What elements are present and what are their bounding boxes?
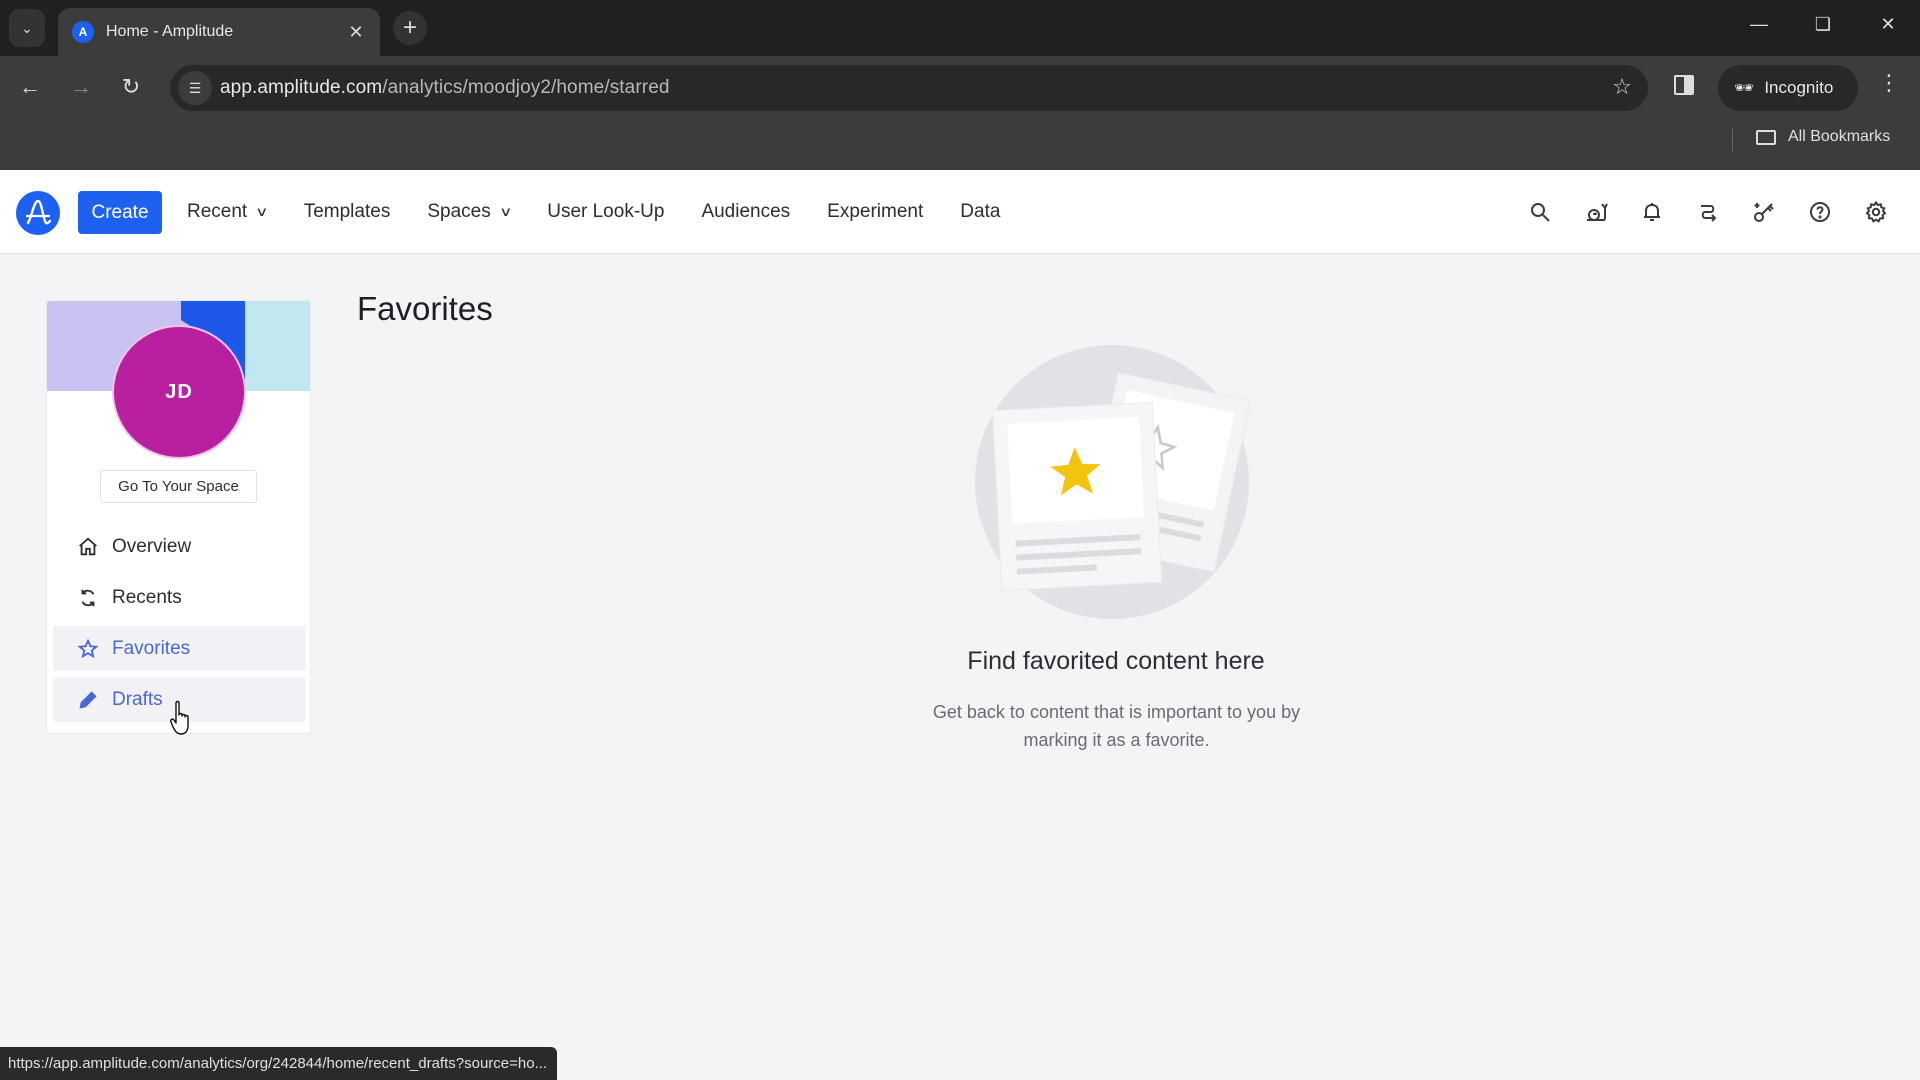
- nav-label: Templates: [303, 201, 391, 222]
- switch-icon[interactable]: [1692, 196, 1724, 228]
- url-host: app.amplitude.com: [220, 77, 383, 98]
- bell-icon[interactable]: [1636, 196, 1668, 228]
- empty-state-illustration: [975, 345, 1252, 620]
- bookmarks-bar: All Bookmarks: [0, 116, 1920, 170]
- nav-label: Experiment: [827, 201, 924, 222]
- plus-icon: +: [402, 14, 417, 41]
- minimize-icon[interactable]: —: [1744, 14, 1774, 35]
- tab-search-button[interactable]: ⌄: [9, 9, 45, 47]
- empty-state-title: Find favorited content here: [967, 647, 1265, 675]
- nav-label: User Look-Up: [547, 201, 665, 222]
- browser-menu-icon[interactable]: ⋮: [1878, 70, 1900, 96]
- snail-icon[interactable]: [1580, 196, 1612, 228]
- browser-tab[interactable]: A Home - Amplitude ✕: [58, 8, 380, 56]
- home-side-nav: Overview Recents Favorites Drafts: [53, 524, 306, 728]
- browser-tab-bar: ⌄ A Home - Amplitude ✕ + — ❏ ✕: [0, 0, 1920, 56]
- folder-icon: [1756, 129, 1776, 145]
- nav-data[interactable]: Data: [960, 201, 1000, 223]
- search-icon[interactable]: [1524, 196, 1556, 228]
- site-info-icon[interactable]: ☰: [178, 71, 212, 105]
- address-bar[interactable]: ☰ app.amplitude.com/analytics/moodjoy2/h…: [170, 65, 1648, 111]
- tab-title: Home - Amplitude: [106, 23, 234, 40]
- chevron-down-icon: ∨: [255, 204, 269, 219]
- refresh-icon: [77, 587, 99, 609]
- all-bookmarks-button[interactable]: All Bookmarks: [1756, 128, 1890, 146]
- forward-icon[interactable]: →: [66, 72, 96, 102]
- incognito-badge[interactable]: 🕶 Incognito: [1718, 65, 1858, 111]
- bookmarks-divider: [1732, 129, 1733, 151]
- tab-close-icon[interactable]: ✕: [346, 22, 366, 43]
- sidebar-item-recents[interactable]: Recents: [53, 575, 306, 620]
- go-to-your-space-button[interactable]: Go To Your Space: [100, 470, 257, 503]
- avatar[interactable]: JD: [112, 325, 246, 459]
- status-bar-url: https://app.amplitude.com/analytics/org/…: [0, 1047, 558, 1080]
- help-icon[interactable]: [1804, 196, 1836, 228]
- window-close-icon[interactable]: ✕: [1873, 14, 1903, 35]
- hand-cursor-icon: [170, 700, 194, 736]
- nav-experiment[interactable]: Experiment: [827, 201, 923, 223]
- nav-label: Spaces: [427, 201, 491, 222]
- chevron-down-icon: ⌄: [21, 19, 33, 36]
- url-text[interactable]: app.amplitude.com/analytics/moodjoy2/hom…: [220, 77, 670, 99]
- side-panel-icon[interactable]: [1674, 75, 1694, 95]
- nav-label: Recent: [187, 201, 248, 222]
- nav-templates[interactable]: Templates: [304, 201, 391, 223]
- app-header: Create Recent ∨ Templates Spaces ∨ User Look-…: [0, 170, 1920, 254]
- banner-cyan-block: [245, 301, 310, 391]
- page-title: Favorites: [357, 290, 493, 327]
- sidebar-item-label: Overview: [112, 535, 192, 557]
- pencil-icon: [77, 689, 99, 711]
- url-path: /analytics/moodjoy2/home/starred: [382, 77, 670, 98]
- chevron-down-icon: ∨: [498, 204, 513, 219]
- all-bookmarks-label: All Bookmarks: [1788, 128, 1891, 145]
- new-tab-button[interactable]: +: [393, 11, 427, 45]
- nav-audiences[interactable]: Audiences: [701, 201, 790, 223]
- sidebar-item-overview[interactable]: Overview: [53, 524, 306, 569]
- nav-spaces[interactable]: Spaces ∨: [427, 201, 513, 223]
- nav-label: Data: [960, 201, 1001, 222]
- restore-icon[interactable]: ❏: [1808, 14, 1838, 35]
- create-button[interactable]: Create: [78, 191, 162, 234]
- header-icons: [1500, 170, 1892, 254]
- bookmark-star-icon[interactable]: ☆: [1612, 74, 1632, 100]
- home-icon: [77, 536, 99, 558]
- key-sparkle-icon[interactable]: [1748, 196, 1780, 228]
- back-icon[interactable]: ←: [15, 72, 45, 102]
- reload-icon[interactable]: ↻: [116, 72, 146, 102]
- sidebar-item-label: Recents: [112, 586, 182, 608]
- amplitude-favicon-icon: A: [72, 21, 94, 43]
- nav-user-look-up[interactable]: User Look-Up: [547, 201, 664, 223]
- gear-icon[interactable]: [1860, 196, 1892, 228]
- browser-toolbar: ← → ↻ ☰ app.amplitude.com/analytics/mood…: [0, 56, 1920, 116]
- nav-label: Audiences: [701, 201, 791, 222]
- incognito-label: Incognito: [1764, 78, 1834, 97]
- nav-recent[interactable]: Recent ∨: [187, 201, 269, 223]
- sidebar-item-label: Drafts: [112, 688, 163, 710]
- top-navigation: Recent ∨ Templates Spaces ∨ User Look-Up Audie…: [187, 170, 1037, 254]
- incognito-icon: 🕶: [1734, 80, 1755, 97]
- empty-state-description: Get back to content that is important to…: [932, 702, 1301, 750]
- amplitude-logo-icon[interactable]: [16, 191, 60, 235]
